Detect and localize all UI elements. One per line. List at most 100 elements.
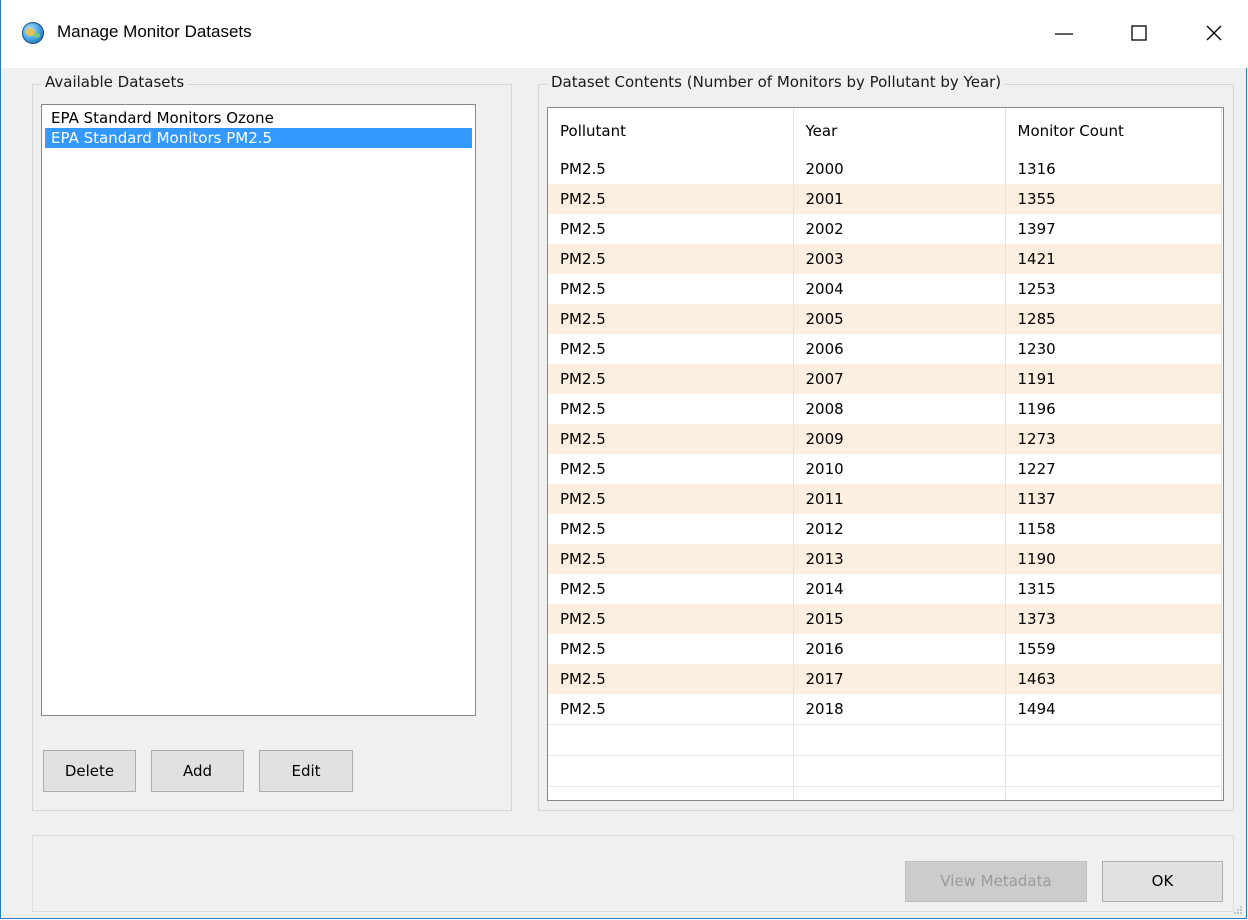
cell-pollutant: PM2.5 [548, 334, 794, 364]
empty-cell [548, 755, 794, 787]
cell-year: 2004 [793, 274, 1006, 304]
cell-pollutant: PM2.5 [548, 634, 794, 664]
empty-cell [548, 786, 794, 800]
cell-monitor-count: 1196 [1005, 394, 1222, 424]
cell-year: 2010 [793, 454, 1006, 484]
table-row[interactable]: PM2.5 2016 1559 [548, 634, 1222, 664]
table-row[interactable]: PM2.5 2005 1285 [548, 304, 1222, 334]
table-row[interactable]: PM2.5 2001 1355 [548, 184, 1222, 214]
cell-year: 2003 [793, 244, 1006, 274]
cell-pollutant: PM2.5 [548, 454, 794, 484]
empty-row [548, 755, 1222, 787]
empty-cell [793, 755, 1006, 787]
maximize-icon [1131, 25, 1147, 41]
contents-table: Pollutant Year Monitor Count PM2.5 2000 13… [548, 108, 1222, 800]
cell-monitor-count: 1373 [1005, 604, 1222, 634]
cell-year: 2007 [793, 364, 1006, 394]
empty-cell [1005, 786, 1222, 800]
ok-button[interactable]: OK [1102, 861, 1223, 902]
empty-row [548, 786, 1222, 800]
dataset-contents-grid[interactable]: Pollutant Year Monitor Count PM2.5 2000 13… [547, 107, 1224, 801]
table-row[interactable]: PM2.5 2017 1463 [548, 664, 1222, 694]
title-bar: Manage Monitor Datasets [1, 0, 1248, 68]
cell-pollutant: PM2.5 [548, 214, 794, 244]
cell-monitor-count: 1494 [1005, 694, 1222, 725]
minimize-icon [1055, 33, 1073, 35]
cell-year: 2011 [793, 484, 1006, 514]
cell-pollutant: PM2.5 [548, 184, 794, 214]
cell-pollutant: PM2.5 [548, 394, 794, 424]
dataset-contents-legend: Dataset Contents (Number of Monitors by … [547, 73, 1006, 91]
cell-monitor-count: 1191 [1005, 364, 1222, 394]
empty-cell [1005, 724, 1222, 756]
column-header-year[interactable]: Year [793, 108, 1006, 154]
cell-pollutant: PM2.5 [548, 424, 794, 454]
table-row[interactable]: PM2.5 2002 1397 [548, 214, 1222, 244]
table-row[interactable]: PM2.5 2018 1494 [548, 694, 1222, 725]
cell-monitor-count: 1421 [1005, 244, 1222, 274]
table-row[interactable]: PM2.5 2013 1190 [548, 544, 1222, 574]
cell-monitor-count: 1559 [1005, 634, 1222, 664]
globe-icon [22, 22, 44, 44]
cell-monitor-count: 1397 [1005, 214, 1222, 244]
cell-year: 2009 [793, 424, 1006, 454]
table-row[interactable]: PM2.5 2015 1373 [548, 604, 1222, 634]
cell-year: 2005 [793, 304, 1006, 334]
close-button[interactable] [1191, 10, 1237, 56]
cell-monitor-count: 1158 [1005, 514, 1222, 544]
table-row[interactable]: PM2.5 2000 1316 [548, 154, 1222, 184]
minimize-button[interactable] [1041, 10, 1087, 56]
cell-year: 2013 [793, 544, 1006, 574]
cell-year: 2006 [793, 334, 1006, 364]
cell-monitor-count: 1355 [1005, 184, 1222, 214]
cell-pollutant: PM2.5 [548, 364, 794, 394]
table-row[interactable]: PM2.5 2014 1315 [548, 574, 1222, 604]
dataset-list-item[interactable]: EPA Standard Monitors PM2.5 [45, 128, 472, 148]
column-header-pollutant[interactable]: Pollutant [548, 108, 794, 154]
cell-pollutant: PM2.5 [548, 154, 794, 184]
available-datasets-legend: Available Datasets [41, 73, 189, 91]
cell-pollutant: PM2.5 [548, 304, 794, 334]
empty-cell [548, 724, 794, 756]
cell-year: 2017 [793, 664, 1006, 694]
empty-cell [793, 786, 1006, 800]
maximize-button[interactable] [1115, 10, 1161, 56]
table-row[interactable]: PM2.5 2004 1253 [548, 274, 1222, 304]
view-metadata-button[interactable]: View Metadata [905, 861, 1087, 902]
cell-monitor-count: 1316 [1005, 154, 1222, 184]
cell-monitor-count: 1230 [1005, 334, 1222, 364]
cell-monitor-count: 1227 [1005, 454, 1222, 484]
table-row[interactable]: PM2.5 2007 1191 [548, 364, 1222, 394]
edit-button[interactable]: Edit [259, 750, 353, 792]
cell-pollutant: PM2.5 [548, 694, 794, 725]
table-row[interactable]: PM2.5 2003 1421 [548, 244, 1222, 274]
resize-grip-icon[interactable] [1233, 905, 1243, 915]
cell-year: 2014 [793, 574, 1006, 604]
empty-row [548, 724, 1222, 756]
datasets-listbox[interactable]: EPA Standard Monitors Ozone EPA Standard … [41, 104, 476, 716]
add-button[interactable]: Add [151, 750, 244, 792]
table-row[interactable]: PM2.5 2012 1158 [548, 514, 1222, 544]
cell-monitor-count: 1190 [1005, 544, 1222, 574]
cell-year: 2002 [793, 214, 1006, 244]
column-header-monitor-count[interactable]: Monitor Count [1005, 108, 1222, 154]
delete-button[interactable]: Delete [43, 750, 136, 792]
table-row[interactable]: PM2.5 2008 1196 [548, 394, 1222, 424]
manage-monitor-datasets-window: Manage Monitor Datasets Available Datase… [0, 0, 1248, 919]
cell-pollutant: PM2.5 [548, 274, 794, 304]
dataset-list-item[interactable]: EPA Standard Monitors Ozone [45, 108, 472, 128]
cell-year: 2008 [793, 394, 1006, 424]
cell-year: 2000 [793, 154, 1006, 184]
table-row[interactable]: PM2.5 2009 1273 [548, 424, 1222, 454]
cell-pollutant: PM2.5 [548, 514, 794, 544]
cell-year: 2012 [793, 514, 1006, 544]
cell-pollutant: PM2.5 [548, 574, 794, 604]
table-row[interactable]: PM2.5 2006 1230 [548, 334, 1222, 364]
cell-pollutant: PM2.5 [548, 484, 794, 514]
table-row[interactable]: PM2.5 2010 1227 [548, 454, 1222, 484]
cell-year: 2001 [793, 184, 1006, 214]
cell-year: 2018 [793, 694, 1006, 725]
cell-monitor-count: 1273 [1005, 424, 1222, 454]
cell-pollutant: PM2.5 [548, 244, 794, 274]
table-row[interactable]: PM2.5 2011 1137 [548, 484, 1222, 514]
